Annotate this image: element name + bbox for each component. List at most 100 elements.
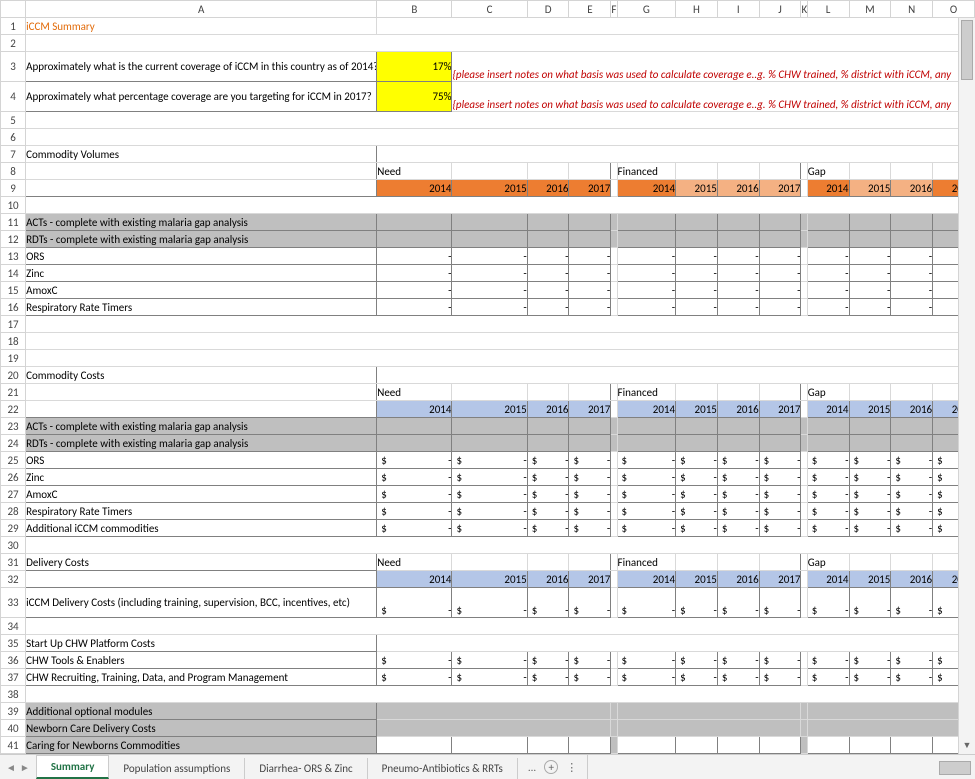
sheet-tab-pneumo[interactable]: Pneumo-Antibiotics & RRTs xyxy=(368,758,518,779)
cell[interactable] xyxy=(452,163,527,180)
cell[interactable] xyxy=(617,435,676,452)
group-header-gap[interactable]: Gap xyxy=(807,384,849,401)
value-cell[interactable]: - xyxy=(717,669,759,686)
value-cell[interactable]: - xyxy=(569,669,611,686)
row-header[interactable]: 38 xyxy=(1,686,26,703)
value-cell[interactable]: - xyxy=(617,469,676,486)
cell[interactable] xyxy=(527,418,569,435)
cell[interactable] xyxy=(807,720,974,737)
row-header[interactable]: 11 xyxy=(1,214,26,231)
cell[interactable] xyxy=(527,163,569,180)
cell[interactable] xyxy=(676,384,718,401)
value-cell[interactable]: - xyxy=(527,299,569,316)
row-header[interactable]: 8 xyxy=(1,163,26,180)
year-header[interactable]: 2015 xyxy=(676,180,718,197)
value-cell[interactable]: - xyxy=(807,520,849,537)
row-header[interactable]: 32 xyxy=(1,571,26,588)
value-cell[interactable]: - xyxy=(807,652,849,669)
cell[interactable] xyxy=(452,384,527,401)
value-cell[interactable]: - xyxy=(891,669,933,686)
cell[interactable] xyxy=(26,571,377,588)
value-cell[interactable]: - xyxy=(676,299,718,316)
year-header[interactable]: 2017 xyxy=(759,571,801,588)
cell[interactable] xyxy=(26,129,975,146)
value-cell[interactable]: - xyxy=(527,652,569,669)
row-header[interactable]: 16 xyxy=(1,299,26,316)
horizontal-scrollbar[interactable] xyxy=(587,755,975,779)
value-cell[interactable]: - xyxy=(891,588,933,618)
col-header[interactable]: A xyxy=(26,1,377,18)
value-cell[interactable]: - xyxy=(849,652,891,669)
value-cell[interactable] xyxy=(569,754,611,755)
row-header[interactable]: 21 xyxy=(1,384,26,401)
cell[interactable] xyxy=(617,231,676,248)
row-label[interactable]: Zinc xyxy=(26,265,377,282)
value-cell[interactable] xyxy=(891,737,933,754)
value-cell[interactable]: - xyxy=(717,265,759,282)
year-header[interactable]: 2016 xyxy=(527,571,569,588)
value-cell[interactable]: - xyxy=(807,282,849,299)
cell[interactable] xyxy=(849,231,891,248)
group-header-financed[interactable]: Financed xyxy=(617,384,676,401)
year-header[interactable]: 2015 xyxy=(676,571,718,588)
group-header-need[interactable]: Need xyxy=(377,554,452,571)
row-label[interactable]: Caring for Newborns Commodities xyxy=(26,737,377,754)
value-cell[interactable] xyxy=(617,754,676,755)
select-all-corner[interactable] xyxy=(1,1,26,18)
value-cell[interactable]: - xyxy=(452,503,527,520)
row-label[interactable]: ORS xyxy=(26,248,377,265)
table-row[interactable]: 26 Zinc ---- ---- ---- xyxy=(1,469,975,486)
cell[interactable] xyxy=(676,231,718,248)
value-cell[interactable]: - xyxy=(377,299,452,316)
value-cell[interactable]: - xyxy=(569,265,611,282)
table-row[interactable]: 16 Respiratory Rate Timers ---- ---- ---… xyxy=(1,299,975,316)
cell[interactable] xyxy=(807,703,974,720)
value-cell[interactable]: - xyxy=(527,248,569,265)
value-cell[interactable]: - xyxy=(807,669,849,686)
section-heading[interactable]: Commodity Volumes xyxy=(26,146,377,163)
col-header[interactable]: O xyxy=(933,1,975,18)
cell[interactable] xyxy=(807,435,849,452)
cell[interactable] xyxy=(377,367,975,384)
row-header[interactable]: 26 xyxy=(1,469,26,486)
value-cell[interactable] xyxy=(676,754,718,755)
col-header[interactable]: H xyxy=(676,1,718,18)
col-header[interactable]: M xyxy=(849,1,891,18)
value-cell[interactable]: - xyxy=(452,265,527,282)
year-header[interactable]: 2015 xyxy=(849,571,891,588)
cell[interactable] xyxy=(759,554,801,571)
col-header[interactable]: I xyxy=(717,1,759,18)
table-row[interactable]: 25 ORS ---- ---- ---- xyxy=(1,452,975,469)
cell[interactable] xyxy=(26,686,975,703)
row-header[interactable]: 31 xyxy=(1,554,26,571)
value-cell[interactable]: - xyxy=(527,265,569,282)
value-cell[interactable]: - xyxy=(717,588,759,618)
cell[interactable] xyxy=(569,384,611,401)
question-value[interactable]: 17% xyxy=(377,52,452,82)
value-cell[interactable]: - xyxy=(527,452,569,469)
year-header[interactable]: 2015 xyxy=(452,180,527,197)
value-cell[interactable]: - xyxy=(759,669,801,686)
row-header[interactable]: 6 xyxy=(1,129,26,146)
year-header[interactable]: 2016 xyxy=(717,180,759,197)
year-header[interactable]: 2017 xyxy=(569,180,611,197)
value-cell[interactable]: - xyxy=(452,669,527,686)
cell[interactable] xyxy=(452,435,527,452)
value-cell[interactable]: - xyxy=(891,299,933,316)
value-cell[interactable]: - xyxy=(717,248,759,265)
cell[interactable] xyxy=(527,214,569,231)
value-cell[interactable]: - xyxy=(807,248,849,265)
value-cell[interactable]: - xyxy=(891,469,933,486)
value-cell[interactable]: - xyxy=(849,588,891,618)
value-cell[interactable]: - xyxy=(452,282,527,299)
row-label[interactable]: RDTs - complete with existing malaria ga… xyxy=(26,435,377,452)
col-header[interactable]: C xyxy=(452,1,527,18)
cell[interactable] xyxy=(452,418,527,435)
row-header[interactable]: 13 xyxy=(1,248,26,265)
row-header[interactable]: 28 xyxy=(1,503,26,520)
row-label[interactable]: AmoxC xyxy=(26,282,377,299)
row-header[interactable]: 39 xyxy=(1,703,26,720)
table-row[interactable]: 29 Additional iCCM commodities ---- ----… xyxy=(1,520,975,537)
value-cell[interactable]: - xyxy=(676,469,718,486)
cell[interactable] xyxy=(527,384,569,401)
